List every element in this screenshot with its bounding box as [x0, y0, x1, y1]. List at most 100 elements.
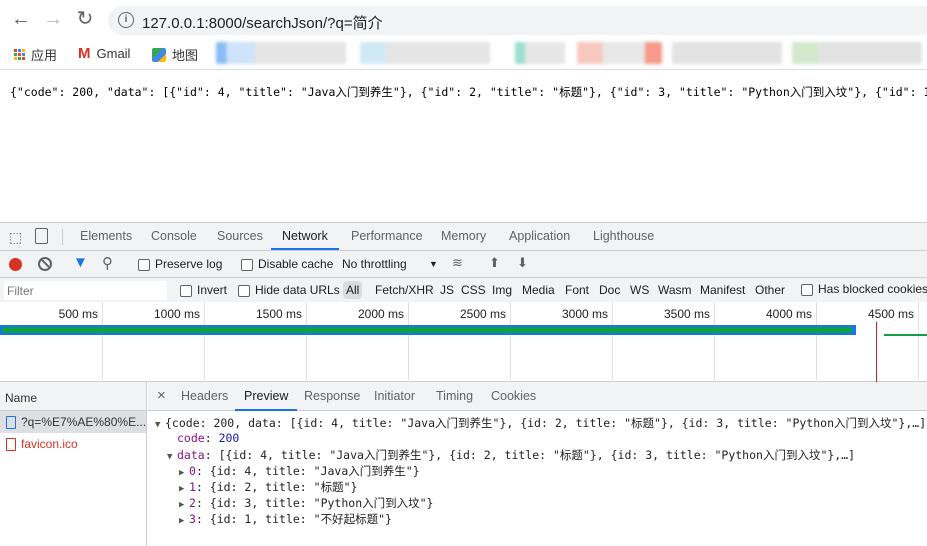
- tab-headers[interactable]: Headers: [181, 382, 228, 411]
- tree-item[interactable]: ▶ 1: {id: 2, title: "标题"}: [179, 479, 357, 495]
- timeline-tick-label: 2500 ms: [459, 307, 506, 321]
- tab-console[interactable]: Console: [151, 223, 197, 250]
- key: 0: [189, 464, 196, 478]
- tab-preview[interactable]: Preview: [235, 382, 298, 411]
- timeline-tick-label: 1000 ms: [153, 307, 200, 321]
- root-summary: {code: 200, data: [{id: 4, title: "Java入…: [165, 416, 927, 430]
- value: [{id: 4, title: "Java入门到养生"}, {id: 2, ti…: [218, 448, 856, 462]
- timeline-tick-label: 2000 ms: [357, 307, 404, 321]
- blurred-bookmark[interactable]: [515, 42, 565, 64]
- timeline-gridline: [306, 302, 307, 382]
- tab-memory[interactable]: Memory: [441, 223, 486, 250]
- throttling-value: No throttling: [342, 257, 407, 271]
- device-toolbar-icon[interactable]: [35, 228, 48, 244]
- hide-data-urls-checkbox[interactable]: Hide data URLs: [238, 283, 340, 297]
- tab-elements[interactable]: Elements: [80, 223, 132, 250]
- timeline-gridline: [204, 302, 205, 382]
- throttling-select[interactable]: No throttling ▼: [342, 257, 442, 271]
- timeline-tick-label: 3000 ms: [561, 307, 608, 321]
- key: data: [177, 448, 205, 462]
- tab-network[interactable]: Network: [271, 223, 339, 250]
- export-har-icon[interactable]: ⬇: [517, 255, 528, 271]
- type-filter-other[interactable]: Other: [755, 283, 785, 297]
- reload-button[interactable]: ↻: [74, 8, 96, 30]
- tab-sources[interactable]: Sources: [217, 223, 263, 250]
- invert-label: Invert: [197, 283, 228, 297]
- address-bar[interactable]: i 127.0.0.1:8000/searchJson/?q=简介: [108, 6, 927, 35]
- forward-button[interactable]: →: [42, 8, 64, 30]
- type-filter-doc[interactable]: Doc: [599, 283, 620, 297]
- tree-node-data[interactable]: ▼ data: [{id: 4, title: "Java入门到养生"}, {id…: [167, 447, 855, 463]
- tab-lighthouse[interactable]: Lighthouse: [593, 223, 654, 250]
- request-name: favicon.ico: [21, 437, 78, 451]
- filter-input[interactable]: [4, 281, 167, 300]
- filter-icon[interactable]: ▼: [73, 254, 88, 271]
- caret-right-icon: ▶: [179, 516, 185, 526]
- devtools-tabbar: ⬚ Elements Console Sources Network Perfo…: [0, 223, 927, 251]
- bookmark-gmail[interactable]: M Gmail: [78, 45, 130, 62]
- divider: [62, 229, 63, 245]
- tab-timing[interactable]: Timing: [436, 382, 473, 411]
- clear-icon[interactable]: [38, 257, 52, 271]
- search-icon[interactable]: ⚲: [102, 254, 113, 272]
- blurred-bookmark[interactable]: [577, 42, 662, 64]
- key: 1: [189, 480, 196, 494]
- favicon-request-bar: [884, 334, 927, 336]
- disable-cache-checkbox[interactable]: Disable cache: [241, 257, 333, 271]
- record-button[interactable]: [9, 258, 22, 271]
- bookmark-apps[interactable]: 应用: [14, 45, 57, 64]
- tree-item[interactable]: ▶ 2: {id: 3, title: "Python入门到入坟"}: [179, 495, 433, 511]
- blurred-bookmark[interactable]: [216, 42, 346, 64]
- type-filter-wasm[interactable]: Wasm: [658, 283, 692, 297]
- caret-right-icon: ▶: [179, 484, 185, 494]
- blurred-bookmark[interactable]: [792, 42, 922, 64]
- back-button[interactable]: ←: [10, 8, 32, 30]
- tree-root[interactable]: ▼ {code: 200, data: [{id: 4, title: "Java…: [155, 415, 927, 431]
- tree-item[interactable]: ▶ 0: {id: 4, title: "Java入门到养生"}: [179, 463, 420, 479]
- type-filter-img[interactable]: Img: [492, 283, 512, 297]
- type-filter-font[interactable]: Font: [565, 283, 589, 297]
- tab-response[interactable]: Response: [304, 382, 360, 411]
- type-filter-ws[interactable]: WS: [630, 283, 649, 297]
- name-column-header[interactable]: Name: [0, 382, 146, 411]
- caret-down-icon: ▼: [167, 452, 173, 462]
- browser-toolbar: ← → ↻ i 127.0.0.1:8000/searchJson/?q=简介: [0, 0, 927, 38]
- type-filter-all[interactable]: All: [343, 281, 363, 299]
- import-har-icon[interactable]: ⬆: [489, 255, 500, 271]
- tab-performance[interactable]: Performance: [351, 223, 423, 250]
- info-icon[interactable]: i: [118, 12, 134, 28]
- apps-grid-icon: [14, 49, 25, 60]
- disable-cache-label: Disable cache: [258, 257, 334, 271]
- tree-item[interactable]: ▶ 3: {id: 1, title: "不好起标题"}: [179, 511, 392, 527]
- network-conditions-icon[interactable]: ≋: [452, 255, 463, 271]
- key: 3: [189, 512, 196, 526]
- timeline-gridline: [510, 302, 511, 382]
- url-text[interactable]: 127.0.0.1:8000/searchJson/?q=简介: [142, 12, 383, 33]
- gmail-icon: M: [78, 45, 91, 62]
- blurred-bookmark[interactable]: [672, 42, 782, 64]
- request-row-selected[interactable]: ?q=%E7%AE%80%E...: [0, 411, 146, 433]
- type-filter-media[interactable]: Media: [522, 283, 555, 297]
- timeline-gridline: [408, 302, 409, 382]
- preserve-log-checkbox[interactable]: Preserve log: [138, 257, 222, 271]
- request-name: ?q=%E7%AE%80%E...: [21, 415, 146, 429]
- tab-application[interactable]: Application: [509, 223, 570, 250]
- blocked-cookies-label: Has blocked cookies: [818, 282, 927, 296]
- bookmark-label: 应用: [31, 48, 58, 63]
- tab-initiator[interactable]: Initiator: [374, 382, 415, 411]
- close-icon[interactable]: ×: [157, 387, 166, 404]
- timeline-gridline: [714, 302, 715, 382]
- blocked-cookies-checkbox[interactable]: Has blocked cookies: [801, 282, 927, 296]
- blurred-bookmark[interactable]: [360, 42, 490, 64]
- type-filter-js[interactable]: JS: [440, 283, 454, 297]
- request-row[interactable]: favicon.ico: [0, 433, 146, 455]
- type-filter-css[interactable]: CSS: [461, 283, 486, 297]
- type-filter-manifest[interactable]: Manifest: [700, 283, 745, 297]
- type-filter-fetch-xhr[interactable]: Fetch/XHR: [375, 283, 434, 297]
- invert-checkbox[interactable]: Invert: [180, 283, 227, 297]
- tab-cookies[interactable]: Cookies: [491, 382, 536, 411]
- inspect-element-icon[interactable]: ⬚: [9, 229, 22, 246]
- request-list: Name ?q=%E7%AE%80%E... favicon.ico: [0, 382, 147, 546]
- detail-tabbar: × Headers Preview Response Initiator Tim…: [148, 382, 927, 411]
- bookmark-maps[interactable]: 地图: [152, 45, 198, 64]
